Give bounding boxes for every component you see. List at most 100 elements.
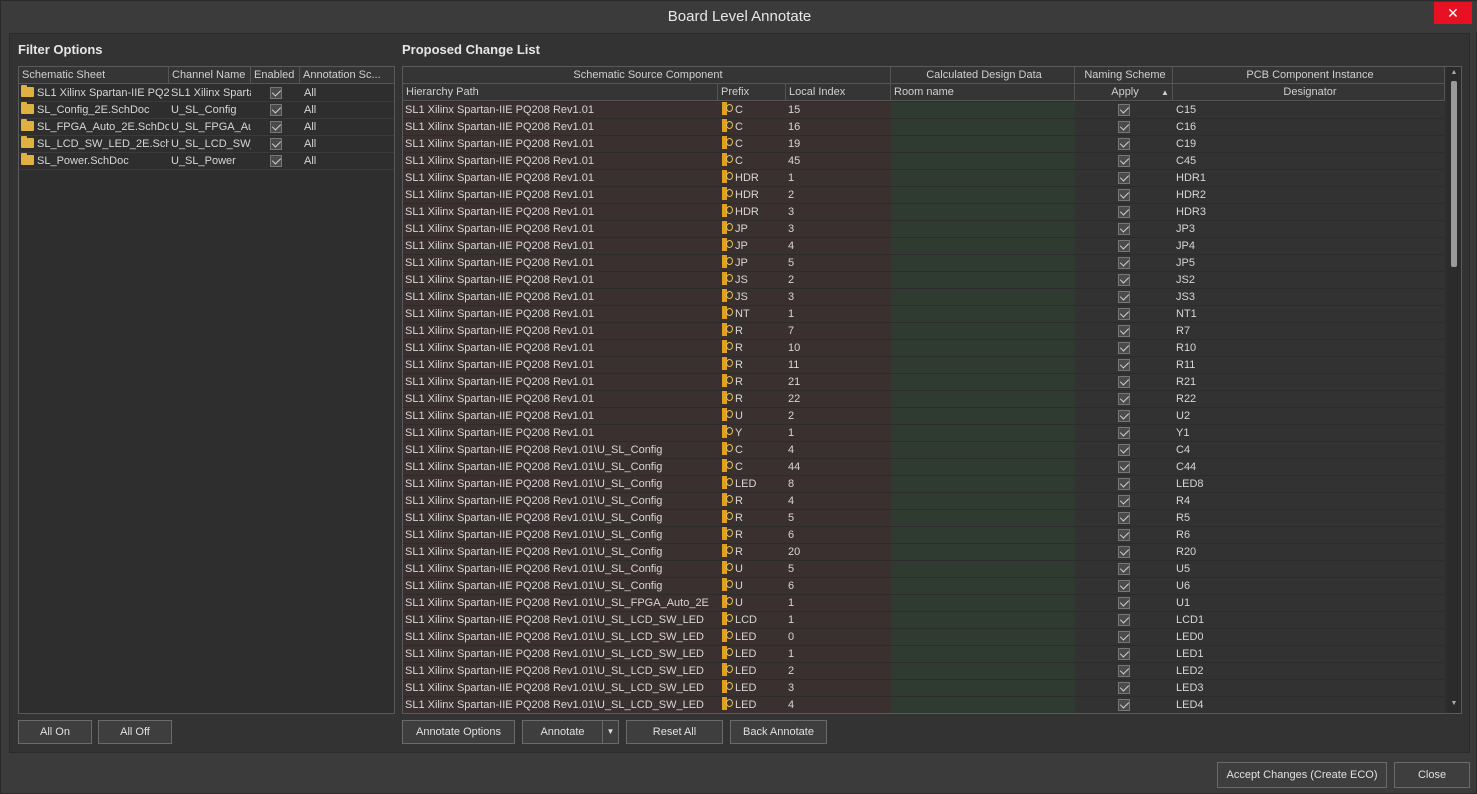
col-channel-name[interactable]: Channel Name [169,67,251,84]
change-row[interactable]: SL1 Xilinx Spartan-IIE PQ208 Rev1.01\U_S… [403,527,1461,544]
apply-checkbox[interactable] [1118,580,1130,592]
change-row[interactable]: SL1 Xilinx Spartan-IIE PQ208 Rev1.01 R 1… [403,357,1461,374]
scroll-thumb[interactable] [1451,81,1457,267]
apply-checkbox[interactable] [1118,206,1130,218]
annotation-scope[interactable]: All [302,153,394,170]
change-row[interactable]: SL1 Xilinx Spartan-IIE PQ208 Rev1.01\U_S… [403,442,1461,459]
change-row[interactable]: SL1 Xilinx Spartan-IIE PQ208 Rev1.01 NT … [403,306,1461,323]
change-row[interactable]: SL1 Xilinx Spartan-IIE PQ208 Rev1.01 JP … [403,255,1461,272]
close-button[interactable]: Close [1394,762,1470,788]
change-row[interactable]: SL1 Xilinx Spartan-IIE PQ208 Rev1.01\U_S… [403,510,1461,527]
change-row[interactable]: SL1 Xilinx Spartan-IIE PQ208 Rev1.01\U_S… [403,680,1461,697]
col-annotation-scope[interactable]: Annotation Sc... [300,67,394,84]
apply-checkbox[interactable] [1118,682,1130,694]
change-row[interactable]: SL1 Xilinx Spartan-IIE PQ208 Rev1.01 R 1… [403,340,1461,357]
change-row[interactable]: SL1 Xilinx Spartan-IIE PQ208 Rev1.01\U_S… [403,476,1461,493]
vertical-scrollbar[interactable]: ▲ ▼ [1447,67,1461,713]
apply-checkbox[interactable] [1118,155,1130,167]
apply-checkbox[interactable] [1118,376,1130,388]
apply-checkbox[interactable] [1118,257,1130,269]
apply-checkbox[interactable] [1118,121,1130,133]
apply-checkbox[interactable] [1118,699,1130,711]
apply-checkbox[interactable] [1118,512,1130,524]
change-row[interactable]: SL1 Xilinx Spartan-IIE PQ208 Rev1.01 HDR… [403,170,1461,187]
change-row[interactable]: SL1 Xilinx Spartan-IIE PQ208 Rev1.01 JS … [403,289,1461,306]
apply-checkbox[interactable] [1118,325,1130,337]
annotate-button[interactable]: Annotate [522,720,603,744]
apply-checkbox[interactable] [1118,631,1130,643]
enabled-checkbox[interactable] [270,155,282,167]
col-enabled[interactable]: Enabled [251,67,300,84]
close-window-icon[interactable]: ✕ [1434,2,1472,24]
apply-checkbox[interactable] [1118,478,1130,490]
apply-checkbox[interactable] [1118,495,1130,507]
annotation-scope[interactable]: All [302,85,394,102]
change-row[interactable]: SL1 Xilinx Spartan-IIE PQ208 Rev1.01 HDR… [403,204,1461,221]
apply-checkbox[interactable] [1118,529,1130,541]
col-apply[interactable]: Apply ▲ [1075,84,1173,101]
change-row[interactable]: SL1 Xilinx Spartan-IIE PQ208 Rev1.01 R 2… [403,374,1461,391]
change-row[interactable]: SL1 Xilinx Spartan-IIE PQ208 Rev1.01\U_S… [403,595,1461,612]
apply-checkbox[interactable] [1118,359,1130,371]
scroll-up-icon[interactable]: ▲ [1447,69,1461,76]
change-row[interactable]: SL1 Xilinx Spartan-IIE PQ208 Rev1.01\U_S… [403,629,1461,646]
apply-checkbox[interactable] [1118,138,1130,150]
apply-checkbox[interactable] [1118,665,1130,677]
col-hierarchy-path[interactable]: Hierarchy Path [403,84,718,101]
filter-row[interactable]: SL_FPGA_Auto_2E.SchDoc U_SL_FPGA_Auto_2E… [19,119,394,136]
apply-checkbox[interactable] [1118,427,1130,439]
apply-checkbox[interactable] [1118,546,1130,558]
change-row[interactable]: SL1 Xilinx Spartan-IIE PQ208 Rev1.01\U_S… [403,493,1461,510]
col-room-name[interactable]: Room name [891,84,1075,101]
enabled-checkbox[interactable] [270,104,282,116]
change-row[interactable]: SL1 Xilinx Spartan-IIE PQ208 Rev1.01\U_S… [403,646,1461,663]
enabled-checkbox[interactable] [270,121,282,133]
annotate-dropdown-icon[interactable]: ▼ [602,720,619,744]
change-row[interactable]: SL1 Xilinx Spartan-IIE PQ208 Rev1.01 C 1… [403,102,1461,119]
col-prefix[interactable]: Prefix [718,84,786,101]
change-row[interactable]: SL1 Xilinx Spartan-IIE PQ208 Rev1.01 JS … [403,272,1461,289]
change-row[interactable]: SL1 Xilinx Spartan-IIE PQ208 Rev1.01 R 2… [403,391,1461,408]
change-row[interactable]: SL1 Xilinx Spartan-IIE PQ208 Rev1.01\U_S… [403,544,1461,561]
filter-row[interactable]: SL_Power.SchDoc U_SL_Power All [19,153,394,170]
filter-row[interactable]: SL_LCD_SW_LED_2E.SchDoc U_SL_LCD_SW_LED … [19,136,394,153]
scroll-down-icon[interactable]: ▼ [1447,700,1461,707]
apply-checkbox[interactable] [1118,104,1130,116]
back-annotate-button[interactable]: Back Annotate [730,720,827,744]
change-row[interactable]: SL1 Xilinx Spartan-IIE PQ208 Rev1.01\U_S… [403,612,1461,629]
change-row[interactable]: SL1 Xilinx Spartan-IIE PQ208 Rev1.01 C 1… [403,136,1461,153]
change-row[interactable]: SL1 Xilinx Spartan-IIE PQ208 Rev1.01\U_S… [403,697,1461,713]
apply-checkbox[interactable] [1118,393,1130,405]
change-row[interactable]: SL1 Xilinx Spartan-IIE PQ208 Rev1.01 U 2… [403,408,1461,425]
apply-checkbox[interactable] [1118,308,1130,320]
change-row[interactable]: SL1 Xilinx Spartan-IIE PQ208 Rev1.01 R 7… [403,323,1461,340]
change-row[interactable]: SL1 Xilinx Spartan-IIE PQ208 Rev1.01 C 4… [403,153,1461,170]
apply-checkbox[interactable] [1118,444,1130,456]
apply-checkbox[interactable] [1118,189,1130,201]
apply-checkbox[interactable] [1118,563,1130,575]
change-row[interactable]: SL1 Xilinx Spartan-IIE PQ208 Rev1.01 JP … [403,221,1461,238]
change-row[interactable]: SL1 Xilinx Spartan-IIE PQ208 Rev1.01 HDR… [403,187,1461,204]
apply-checkbox[interactable] [1118,597,1130,609]
apply-checkbox[interactable] [1118,648,1130,660]
enabled-checkbox[interactable] [270,138,282,150]
annotation-scope[interactable]: All [302,136,394,153]
annotation-scope[interactable]: All [302,119,394,136]
all-on-button[interactable]: All On [18,720,92,744]
annotate-options-button[interactable]: Annotate Options [402,720,515,744]
col-designator[interactable]: Designator [1173,84,1445,101]
apply-checkbox[interactable] [1118,461,1130,473]
change-row[interactable]: SL1 Xilinx Spartan-IIE PQ208 Rev1.01 Y 1… [403,425,1461,442]
change-row[interactable]: SL1 Xilinx Spartan-IIE PQ208 Rev1.01\U_S… [403,561,1461,578]
apply-checkbox[interactable] [1118,342,1130,354]
apply-checkbox[interactable] [1118,291,1130,303]
col-schematic-sheet[interactable]: Schematic Sheet [19,67,169,84]
all-off-button[interactable]: All Off [98,720,172,744]
change-row[interactable]: SL1 Xilinx Spartan-IIE PQ208 Rev1.01 JP … [403,238,1461,255]
change-row[interactable]: SL1 Xilinx Spartan-IIE PQ208 Rev1.01\U_S… [403,663,1461,680]
apply-checkbox[interactable] [1118,410,1130,422]
filter-row[interactable]: SL1 Xilinx Spartan-IIE PQ208 Rev1.01.Sch… [19,85,394,102]
change-row[interactable]: SL1 Xilinx Spartan-IIE PQ208 Rev1.01\U_S… [403,459,1461,476]
apply-checkbox[interactable] [1118,223,1130,235]
accept-changes-button[interactable]: Accept Changes (Create ECO) [1217,762,1387,788]
